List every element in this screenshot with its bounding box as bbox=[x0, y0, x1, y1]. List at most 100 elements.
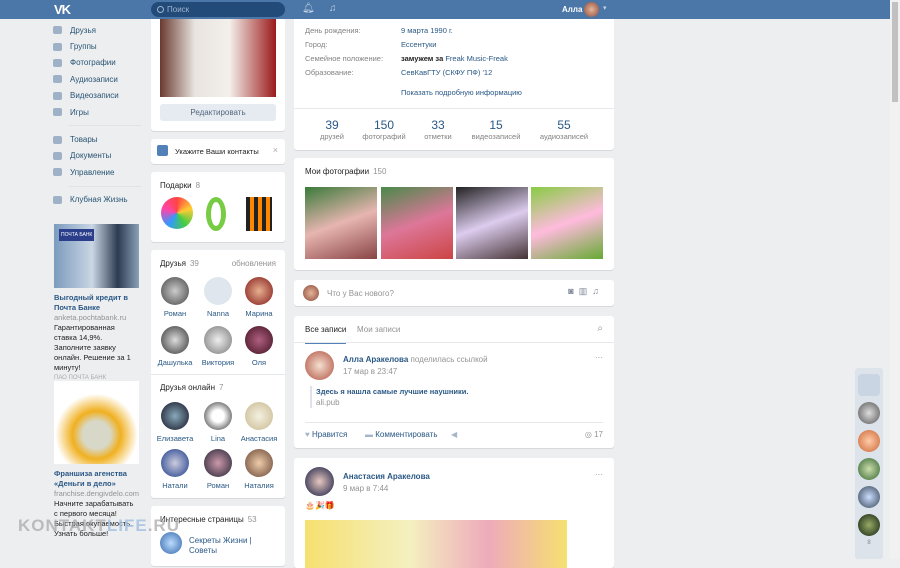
friend-avatar[interactable] bbox=[858, 430, 880, 452]
info-value[interactable]: Ессентуки bbox=[401, 40, 436, 49]
gift-eight[interactable] bbox=[206, 197, 226, 231]
like-button[interactable]: ♥ Нравится bbox=[305, 430, 347, 439]
friend-item[interactable]: Дашулька bbox=[155, 326, 195, 367]
online-count[interactable]: 8 bbox=[855, 540, 883, 546]
friend-item[interactable]: Елизавета bbox=[155, 402, 195, 443]
divider bbox=[305, 422, 603, 423]
vk-logo[interactable]: VK bbox=[54, 2, 71, 17]
counter-audio[interactable]: 55 аудиозаписей bbox=[534, 118, 594, 141]
info-value[interactable]: Freak Music-Freak bbox=[445, 54, 508, 63]
user-name[interactable]: Алла bbox=[562, 5, 582, 14]
nav-photos[interactable]: Фотографии bbox=[53, 55, 141, 71]
post-image[interactable] bbox=[305, 520, 567, 568]
friends-label: Друзья bbox=[160, 259, 186, 268]
post-avatar[interactable] bbox=[305, 351, 334, 380]
post-action: поделилась ссылкой bbox=[410, 355, 488, 364]
friend-avatar[interactable] bbox=[858, 514, 880, 536]
composer-input[interactable]: Что у Вас нового? bbox=[327, 289, 394, 298]
info-value[interactable]: СевКавГТУ (СКФУ ПФ) '12 bbox=[401, 68, 492, 77]
profile-photo[interactable] bbox=[160, 19, 276, 97]
photo-thumb[interactable] bbox=[305, 187, 377, 259]
divider bbox=[294, 342, 614, 343]
divider bbox=[69, 185, 141, 187]
ad-title[interactable]: Выгодный кредит в Почта Банке bbox=[54, 293, 139, 313]
page-name[interactable]: Секреты Жизни | Советы bbox=[189, 536, 269, 556]
tab-my-posts[interactable]: Мои записи bbox=[357, 325, 400, 334]
nav-games[interactable]: Игры bbox=[53, 104, 141, 120]
contacts-prompt[interactable]: Укажите Ваши контакты × bbox=[151, 139, 285, 164]
friend-item[interactable]: Роман bbox=[155, 277, 195, 318]
counter-tags[interactable]: 33 отметки bbox=[408, 118, 468, 141]
counter-photos[interactable]: 150 фотографий bbox=[354, 118, 414, 141]
nav-goods[interactable]: Товары bbox=[53, 131, 141, 147]
contacts-prompt-text: Укажите Ваши контакты bbox=[175, 147, 259, 156]
edit-button[interactable]: Редактировать bbox=[160, 104, 276, 121]
post-composer[interactable]: Что у Вас нового? ◙▥♫ bbox=[294, 280, 614, 306]
chevron-down-icon[interactable]: ▾ bbox=[603, 4, 607, 12]
nav-video[interactable]: Видеозаписи bbox=[53, 88, 141, 104]
post-link[interactable]: ali.pub bbox=[316, 397, 469, 408]
friend-item[interactable]: Nanna bbox=[198, 277, 238, 318]
friend-name: Виктория bbox=[201, 358, 235, 367]
friend-item[interactable]: Виктория bbox=[198, 326, 238, 367]
share-icon[interactable]: ◀ bbox=[451, 430, 457, 439]
counter-videos[interactable]: 15 видеозаписей bbox=[466, 118, 526, 141]
info-value[interactable]: 9 марта 1990 г. bbox=[401, 26, 453, 35]
comment-icon: ▬ bbox=[365, 430, 373, 439]
show-more-link[interactable]: Показать подробную информацию bbox=[401, 88, 522, 97]
photo-thumb[interactable] bbox=[381, 187, 453, 259]
post-time[interactable]: 9 мар в 7:44 bbox=[343, 484, 388, 493]
friend-item[interactable]: Оля bbox=[239, 326, 279, 367]
comment-button[interactable]: ▬ Комментировать bbox=[365, 430, 438, 439]
gift-balloons[interactable] bbox=[161, 197, 193, 229]
close-icon[interactable]: × bbox=[273, 145, 278, 155]
friend-avatar[interactable] bbox=[858, 486, 880, 508]
friend-item[interactable]: Наталия bbox=[239, 449, 279, 490]
friend-item[interactable]: Натали bbox=[155, 449, 195, 490]
camera-icon[interactable]: ◙ bbox=[568, 286, 578, 296]
gift-ribbon[interactable] bbox=[246, 197, 272, 231]
nav-audio[interactable]: Аудиозаписи bbox=[53, 71, 141, 87]
search-icon[interactable]: ⌕ bbox=[597, 323, 603, 334]
nav-docs[interactable]: Документы bbox=[53, 148, 141, 164]
friend-item[interactable]: Анастасия bbox=[239, 402, 279, 443]
nav-friends[interactable]: Друзья bbox=[53, 22, 141, 38]
friend-item[interactable]: Lina bbox=[198, 402, 238, 443]
photo-thumb[interactable] bbox=[531, 187, 603, 259]
ad-title[interactable]: Франшиза агенства «Деньги в дело» bbox=[54, 469, 139, 489]
friend-item[interactable]: Роман bbox=[198, 449, 238, 490]
bell-icon[interactable]: 🔔︎ bbox=[302, 3, 315, 14]
nav-groups[interactable]: Группы bbox=[53, 38, 141, 54]
post-avatar[interactable] bbox=[305, 467, 334, 496]
updates-link[interactable]: обновления bbox=[232, 259, 276, 268]
photos-title[interactable]: Мои фотографии 150 bbox=[294, 158, 614, 176]
friend-avatar[interactable] bbox=[858, 402, 880, 424]
post-author[interactable]: Алла Аракелова bbox=[343, 355, 408, 364]
nav-club[interactable]: Клубная Жизнь bbox=[53, 192, 141, 208]
nav-label: Друзья bbox=[70, 25, 96, 35]
friend-item[interactable]: Марина bbox=[239, 277, 279, 318]
views-value: 17 bbox=[594, 430, 603, 439]
counter-friends[interactable]: 39 друзей bbox=[302, 118, 362, 141]
music-icon[interactable]: ♫ bbox=[592, 286, 604, 296]
avatar[interactable] bbox=[584, 2, 599, 17]
friend-avatar[interactable] bbox=[858, 458, 880, 480]
dog-icon[interactable] bbox=[858, 374, 880, 396]
post-author[interactable]: Анастасия Аракелова bbox=[343, 472, 430, 481]
nav-manage[interactable]: Управление bbox=[53, 164, 141, 180]
more-icon[interactable]: ··· bbox=[595, 470, 603, 479]
wall-post: Все записи Мои записи ⌕ Алла Аракелова п… bbox=[294, 316, 614, 448]
ad-image[interactable]: ПОЧТА БАНК bbox=[54, 224, 139, 288]
photo-thumb[interactable] bbox=[456, 187, 528, 259]
music-icon[interactable]: ♫ bbox=[329, 3, 337, 14]
more-icon[interactable]: ··· bbox=[595, 353, 603, 362]
ad-pochtabank[interactable]: ПОЧТА БАНК Выгодный кредит в Почта Банке… bbox=[54, 224, 139, 381]
scrollbar[interactable] bbox=[890, 0, 900, 559]
online-title[interactable]: Друзья онлайн 7 bbox=[151, 374, 224, 392]
video-icon[interactable]: ▥ bbox=[579, 286, 593, 296]
post-time[interactable]: 17 мар в 23:47 bbox=[343, 367, 397, 376]
ad-image[interactable] bbox=[54, 381, 139, 464]
search-input[interactable]: Поиск bbox=[151, 2, 285, 17]
gifts-title[interactable]: Подарки 8 bbox=[151, 172, 285, 190]
photos-block: Мои фотографии 150 bbox=[294, 158, 614, 270]
